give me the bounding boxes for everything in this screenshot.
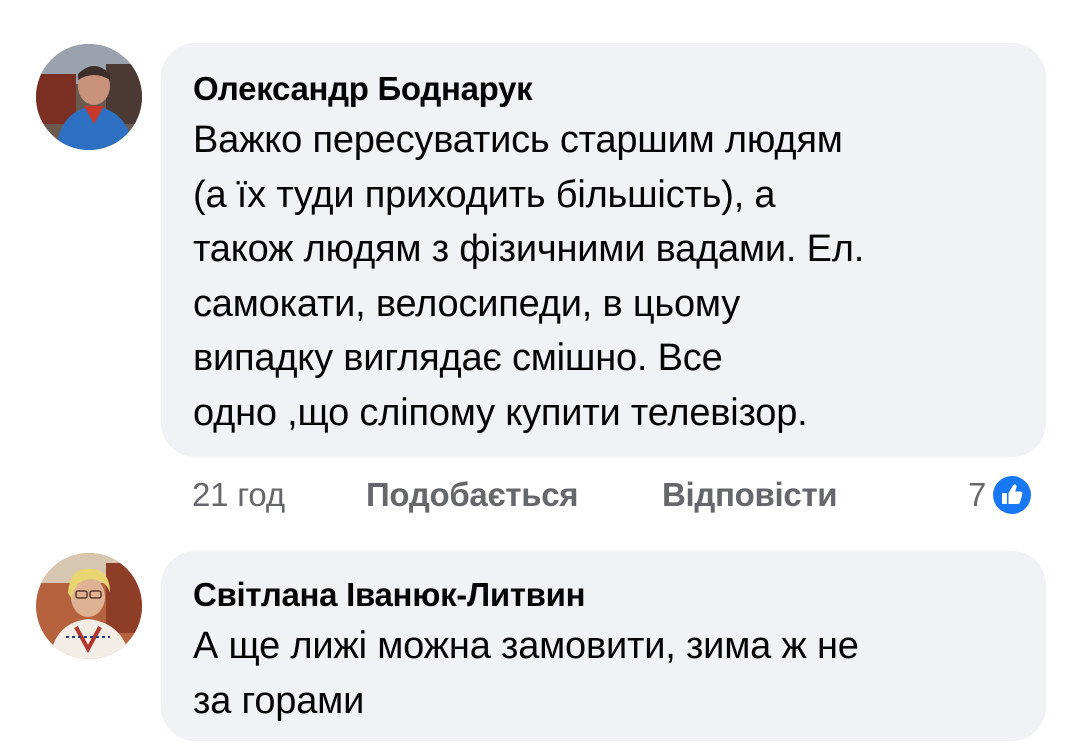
- reactions-summary[interactable]: 7: [968, 470, 1036, 520]
- avatar-photo-icon: [36, 553, 142, 659]
- comment-author[interactable]: Олександр Боднарук: [193, 69, 1016, 109]
- comment-text-line: самокати, велосипеди, в цьому: [193, 282, 741, 325]
- comment-text-line: випадку виглядає смішно. Все: [193, 337, 723, 379]
- like-reaction-icon: [989, 472, 1036, 518]
- comment-text: Важко пересуватись старшим людям (а їх т…: [193, 113, 1016, 440]
- avatar-photo-icon: [36, 44, 142, 150]
- reply-button[interactable]: Відповісти: [662, 470, 838, 520]
- like-button[interactable]: Подобається: [366, 470, 579, 520]
- comment-text: А ще лижі можна замовити, зима ж не за г…: [193, 619, 1016, 728]
- comment-bubble: Олександр Боднарук Важко пересуватись ст…: [161, 43, 1046, 457]
- avatar[interactable]: [36, 44, 142, 150]
- comment-timestamp[interactable]: 21 год: [192, 470, 285, 520]
- comment-text-line: також людям з фізичними вадами. Ел.: [193, 228, 865, 270]
- comment-bubble: Світлана Іванюк-Литвин А ще лижі можна з…: [161, 551, 1046, 741]
- comment-actions: 21 год Подобається Відповісти 7: [0, 470, 1080, 520]
- avatar[interactable]: [36, 553, 142, 659]
- comment-text-line: одно ,що сліпому купити телевізор.: [193, 391, 808, 434]
- comment-text-line: Важко пересуватись старшим людям: [193, 119, 843, 161]
- reaction-count: 7: [968, 476, 987, 513]
- comment-text-line: за горами: [193, 679, 365, 722]
- comment-text-line: А ще лижі можна замовити, зима ж не: [193, 625, 859, 667]
- comment-author[interactable]: Світлана Іванюк-Литвин: [193, 575, 1016, 615]
- comment-text-line: (а їх туди приходить більшість), а: [193, 173, 776, 216]
